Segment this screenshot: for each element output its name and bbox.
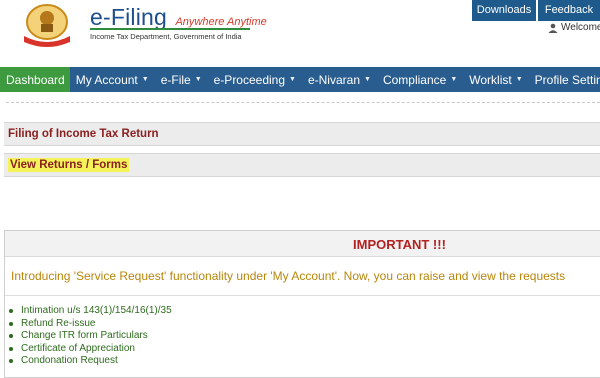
nav-item-label: e-File xyxy=(160,72,191,87)
nav-item-label: My Account xyxy=(75,72,138,87)
list-item: Intimation u/s 143(1)/154/16(1)/35 xyxy=(9,305,172,318)
nav-item-label: Profile Settings xyxy=(534,72,600,87)
nav-item-dashboard[interactable]: Dashboard xyxy=(0,67,70,92)
list-item-text: Condonation Request xyxy=(21,355,118,366)
chevron-down-icon: ▼ xyxy=(289,76,296,83)
nav-item-label: Compliance xyxy=(382,72,447,87)
nav-item-my-account[interactable]: My Account ▼ xyxy=(70,67,155,92)
main-nav: Dashboard My Account ▼ e-File ▼ e-Procee… xyxy=(0,67,600,92)
welcome-text: Welcome xyxy=(561,22,600,33)
emblem-logo xyxy=(24,4,70,47)
view-returns-link[interactable]: View Returns / Forms xyxy=(8,158,130,172)
nav-item-label: Dashboard xyxy=(6,72,65,87)
nav-item-label: Worklist xyxy=(469,72,512,87)
nav-item-e-file[interactable]: e-File ▼ xyxy=(155,67,208,92)
nav-item-e-proceeding[interactable]: e-Proceeding ▼ xyxy=(208,67,302,92)
important-separator xyxy=(5,295,600,296)
bullet-icon xyxy=(9,334,13,339)
chevron-down-icon: ▼ xyxy=(141,76,149,83)
list-item: Change ITR form Particulars xyxy=(9,330,172,343)
list-item-text: Change ITR form Particulars xyxy=(21,330,148,341)
bullet-icon xyxy=(9,346,13,351)
list-item-text: Intimation u/s 143(1)/154/16(1)/35 xyxy=(21,305,172,316)
important-message: Introducing 'Service Request' functional… xyxy=(11,269,566,283)
filing-section-title: Filing of Income Tax Return xyxy=(8,128,159,140)
nav-item-profile-settings[interactable]: Profile Settings xyxy=(529,67,600,92)
brand-title: e-Filing xyxy=(90,4,168,30)
nav-item-e-nivaran[interactable]: e-Nivaran ▼ xyxy=(302,67,377,92)
important-header: IMPORTANT !!! xyxy=(5,231,600,257)
chevron-down-icon: ▼ xyxy=(515,76,523,83)
list-item: Certificate of Appreciation xyxy=(9,343,172,356)
chevron-down-icon: ▼ xyxy=(364,76,371,83)
feedback-button[interactable]: Feedback xyxy=(538,0,600,21)
filing-section-bar[interactable]: Filing of Income Tax Return xyxy=(4,122,600,146)
downloads-button[interactable]: Downloads xyxy=(472,0,536,21)
brand-tagline: Anywhere Anytime xyxy=(175,16,267,28)
view-returns-bar[interactable]: View Returns / Forms xyxy=(4,153,600,177)
important-notice: IMPORTANT !!! Introducing 'Service Reque… xyxy=(4,230,600,378)
nav-item-label: e-Nivaran xyxy=(307,72,360,87)
bullet-icon xyxy=(9,321,13,326)
nav-item-compliance[interactable]: Compliance ▼ xyxy=(377,67,463,92)
brand: e-Filing Anywhere Anytime xyxy=(90,4,267,31)
welcome-user[interactable]: Welcome xyxy=(548,22,600,33)
top-buttons: Downloads Feedback xyxy=(472,0,600,21)
list-item-text: Certificate of Appreciation xyxy=(21,342,135,354)
site-header: e-Filing Anywhere Anytime Income Tax Dep… xyxy=(0,0,600,64)
list-item: Refund Re-issue xyxy=(9,318,172,331)
important-title: IMPORTANT !!! xyxy=(353,237,446,252)
nav-item-worklist[interactable]: Worklist ▼ xyxy=(463,67,528,92)
chevron-down-icon: ▼ xyxy=(194,76,202,83)
bullet-icon xyxy=(9,359,13,364)
brand-underline xyxy=(90,28,250,30)
nav-item-label: e-Proceeding xyxy=(213,72,286,87)
chevron-down-icon: ▼ xyxy=(450,76,458,83)
list-item-text: Refund Re-issue xyxy=(21,317,96,329)
brand-subtitle: Income Tax Department, Government of Ind… xyxy=(90,32,242,41)
list-item: Condonation Request xyxy=(9,355,172,368)
service-request-list: Intimation u/s 143(1)/154/16(1)/35 Refun… xyxy=(9,305,172,368)
bullet-icon xyxy=(9,309,13,314)
user-icon xyxy=(548,23,558,33)
nav-divider xyxy=(6,102,600,103)
